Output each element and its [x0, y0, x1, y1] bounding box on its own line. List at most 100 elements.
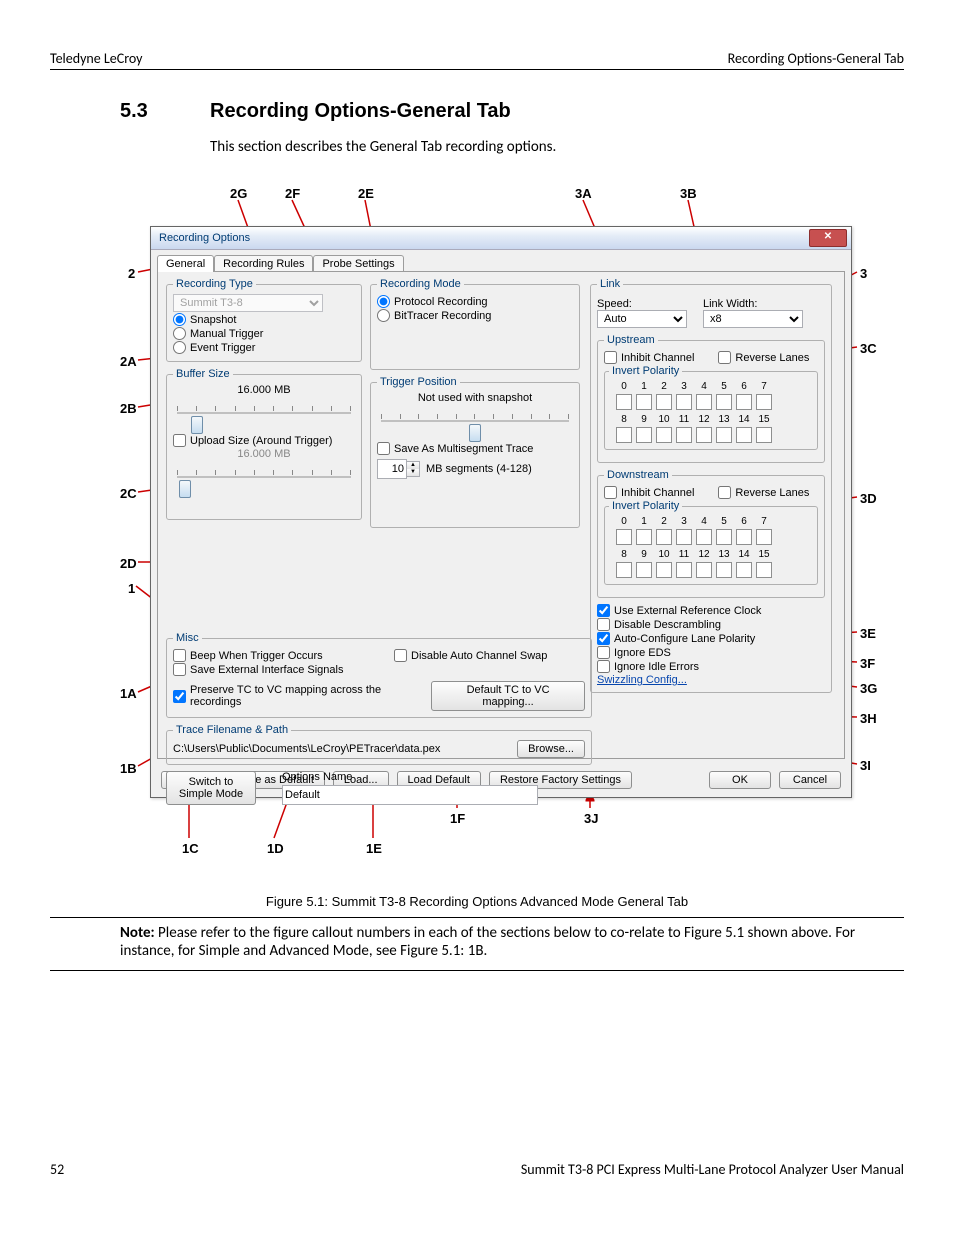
disable-swap-checkbox[interactable]: Disable Auto Channel Swap — [394, 649, 585, 662]
spinner-up-icon[interactable]: ▲ — [407, 462, 419, 469]
disable-descrambling-checkbox[interactable]: Disable Descrambling — [597, 618, 825, 631]
trace-path-group: Trace Filename & Path C:\Users\Public\Do… — [166, 724, 592, 765]
callout-3I: 3I — [860, 758, 871, 773]
tab-body: Recording Type Summit T3-8 Snapshot Manu… — [157, 271, 845, 759]
misc-group: Misc Beep When Trigger Occurs Save Exter… — [166, 632, 592, 718]
switch-mode-button[interactable]: Switch to Simple Mode — [166, 771, 256, 805]
misc-legend: Misc — [173, 632, 202, 644]
close-button[interactable]: ✕ — [809, 229, 847, 247]
manual-trigger-radio[interactable]: Manual Trigger — [173, 327, 355, 340]
up-lanes-0-7: 01234567 — [615, 381, 813, 410]
callout-1D: 1D — [267, 841, 284, 856]
link-width-select[interactable]: x8 — [703, 310, 803, 328]
upstream-legend: Upstream — [604, 334, 658, 346]
save-external-checkbox[interactable]: Save External Interface Signals — [173, 663, 364, 676]
speed-label: Speed: — [597, 298, 687, 310]
tab-strip: GeneralRecording RulesProbe Settings — [157, 254, 851, 271]
recording-mode-legend: Recording Mode — [377, 278, 464, 290]
snapshot-radio[interactable]: Snapshot — [173, 313, 355, 326]
note-body-1: Please refer to the figure callout numbe… — [120, 924, 855, 960]
callout-3A: 3A — [575, 186, 592, 201]
recording-options-dialog: Recording Options ✕ GeneralRecording Rul… — [150, 226, 852, 798]
upload-size-checkbox[interactable]: Upload Size (Around Trigger) — [173, 434, 355, 447]
down-reverse-checkbox[interactable]: Reverse Lanes — [718, 486, 809, 499]
callout-2: 2 — [128, 266, 135, 281]
up-invert-group: Invert Polarity 01234567 89101112131415 — [604, 365, 818, 450]
callout-1: 1 — [128, 581, 135, 596]
callout-1E: 1E — [366, 841, 382, 856]
header-left: Teledyne LeCroy — [50, 50, 143, 67]
beep-checkbox[interactable]: Beep When Trigger Occurs — [173, 649, 364, 662]
spinner-down-icon[interactable]: ▼ — [407, 469, 419, 476]
buffer-size-value: 16.000 MB — [173, 384, 355, 396]
callout-2D: 2D — [120, 556, 137, 571]
device-select[interactable]: Summit T3-8 — [173, 294, 323, 312]
down-inhibit-checkbox[interactable]: Inhibit Channel — [604, 486, 694, 499]
protocol-recording-radio[interactable]: Protocol Recording — [377, 295, 573, 308]
callout-3G: 3G — [860, 681, 877, 696]
note-body-2: . — [483, 942, 487, 960]
page-header: Teledyne LeCroy Recording Options-Genera… — [50, 50, 904, 70]
preserve-mapping-checkbox[interactable]: Preserve TC to VC mapping across the rec… — [173, 684, 425, 708]
up-invert-legend: Invert Polarity — [609, 365, 682, 377]
down-invert-group: Invert Polarity 01234567 89101112131415 — [604, 500, 818, 585]
titlebar[interactable]: Recording Options ✕ — [151, 227, 851, 250]
trigger-position-legend: Trigger Position — [377, 376, 460, 388]
callout-3J: 3J — [584, 811, 598, 826]
speed-select[interactable]: Auto — [597, 310, 687, 328]
browse-button[interactable]: Browse... — [517, 740, 585, 758]
section-intro: This section describes the General Tab r… — [210, 138, 904, 156]
ignore-eds-checkbox[interactable]: Ignore EDS — [597, 646, 825, 659]
note-lead: Note: — [120, 924, 155, 942]
bittracer-recording-radio[interactable]: BitTracer Recording — [377, 309, 573, 322]
callout-2A: 2A — [120, 354, 137, 369]
buffer-size-group: Buffer Size 16.000 MB Upload Size (Aroun… — [166, 368, 362, 520]
callout-2F: 2F — [285, 186, 300, 201]
tab-probe-settings[interactable]: Probe Settings — [313, 255, 403, 272]
callout-3D: 3D — [860, 491, 877, 506]
ok-button[interactable]: OK — [709, 771, 771, 789]
use-external-clock-checkbox[interactable]: Use External Reference Clock — [597, 604, 825, 617]
auto-configure-polarity-checkbox[interactable]: Auto-Configure Lane Polarity — [597, 632, 825, 645]
trace-path-text: C:\Users\Public\Documents\LeCroy\PETrace… — [173, 743, 511, 755]
dialog-title: Recording Options — [159, 227, 250, 249]
callout-3E: 3E — [860, 626, 876, 641]
callout-2G: 2G — [230, 186, 247, 201]
options-name-input[interactable] — [282, 785, 538, 805]
event-trigger-radio[interactable]: Event Trigger — [173, 341, 355, 354]
down-lanes-8-15: 89101112131415 — [615, 549, 813, 578]
section-title: Recording Options-General Tab — [210, 100, 511, 122]
callout-2C: 2C — [120, 486, 137, 501]
link-legend: Link — [597, 278, 623, 290]
trace-path-legend: Trace Filename & Path — [173, 724, 291, 736]
callout-1F: 1F — [450, 811, 465, 826]
segment-size-spinner[interactable]: ▲▼ — [377, 459, 420, 479]
note-paragraph: Note: Please refer to the figure callout… — [120, 924, 904, 960]
upload-size-slider[interactable] — [173, 462, 355, 490]
up-lanes-8-15: 89101112131415 — [615, 414, 813, 443]
section-heading: 5.3Recording Options-General Tab — [50, 100, 904, 123]
callout-3: 3 — [860, 266, 867, 281]
ignore-idle-checkbox[interactable]: Ignore Idle Errors — [597, 660, 825, 673]
up-inhibit-checkbox[interactable]: Inhibit Channel — [604, 351, 694, 364]
buffer-size-slider[interactable] — [173, 398, 355, 426]
header-right: Recording Options-General Tab — [728, 50, 904, 67]
up-reverse-checkbox[interactable]: Reverse Lanes — [718, 351, 809, 364]
cancel-button[interactable]: Cancel — [779, 771, 841, 789]
swizzling-config-link[interactable]: Swizzling Config... — [597, 674, 687, 686]
callout-3B: 3B — [680, 186, 697, 201]
note-ref: Figure 5.1: 1B — [400, 942, 483, 960]
page-number: 52 — [50, 1161, 64, 1178]
multisegment-checkbox[interactable]: Save As Multisegment Trace — [377, 442, 573, 455]
down-invert-legend: Invert Polarity — [609, 500, 682, 512]
figure: 2G 2F 2E 3A 3B 2 3 2A 2B 2C 2D 1 1A 1B 1… — [60, 186, 880, 876]
upstream-group: Upstream Inhibit Channel Reverse Lanes I… — [597, 334, 825, 463]
callout-3F: 3F — [860, 656, 875, 671]
figure-caption: Figure 5.1: Summit T3-8 Recording Option… — [50, 894, 904, 909]
default-tc-vc-button[interactable]: Default TC to VC mapping... — [431, 681, 585, 711]
trigger-position-slider[interactable] — [377, 406, 573, 434]
callout-2E: 2E — [358, 186, 374, 201]
tab-recording-rules[interactable]: Recording Rules — [214, 255, 313, 272]
tab-general[interactable]: General — [157, 255, 214, 272]
callout-2B: 2B — [120, 401, 137, 416]
